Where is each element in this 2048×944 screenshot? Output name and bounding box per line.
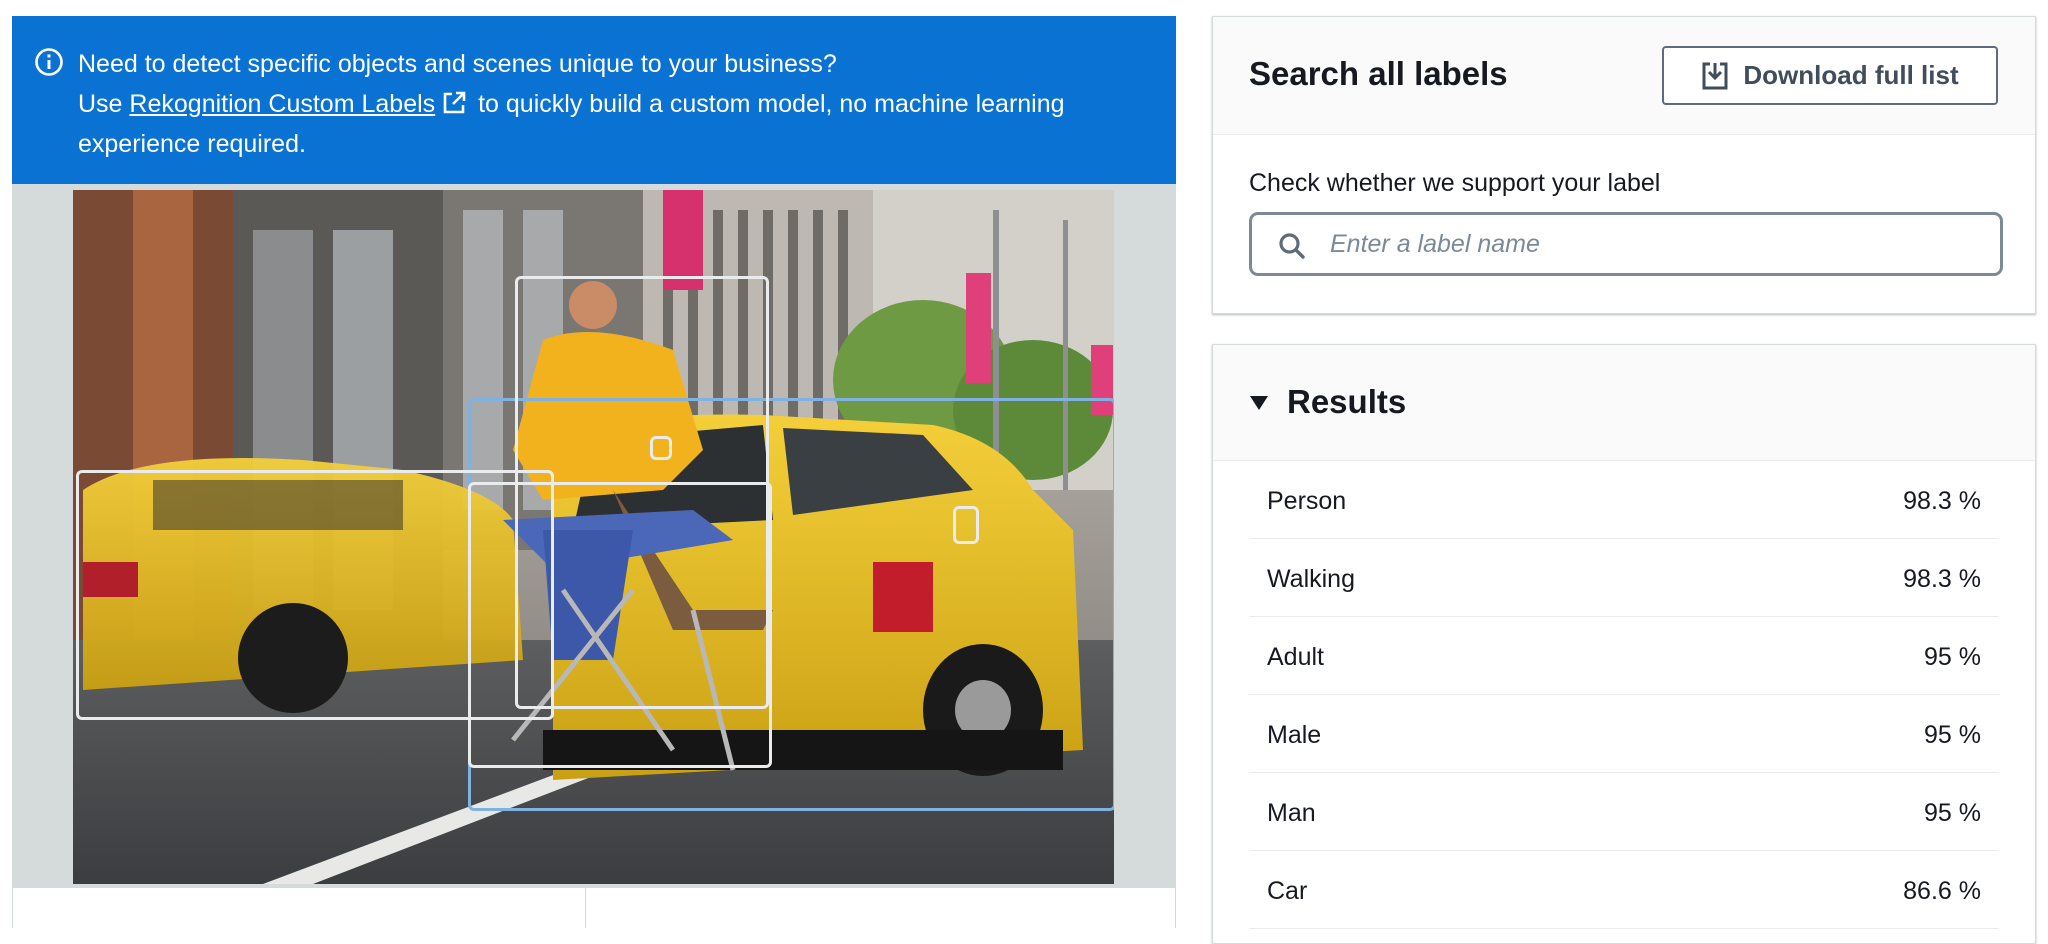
rekognition-custom-labels-link[interactable]: Rekognition Custom Labels [129, 90, 435, 118]
result-confidence: 95 % [1924, 721, 1981, 749]
download-icon [1702, 62, 1728, 89]
info-banner: Need to detect specific objects and scen… [12, 16, 1176, 184]
result-label: Adult [1267, 643, 1324, 671]
result-confidence: 95 % [1924, 799, 1981, 827]
check-label: Check whether we support your label [1249, 169, 1661, 197]
download-button-label: Download full list [1743, 60, 1959, 90]
image-frame [12, 184, 1176, 888]
result-row: Man 95 % [1249, 773, 1999, 851]
link-text: Rekognition Custom Labels [129, 90, 436, 118]
label-search-box[interactable] [1249, 212, 2003, 276]
banner-line-2-prefix: Use [78, 90, 123, 118]
label-search-input[interactable] [1330, 223, 1980, 265]
result-confidence: 98.3 % [1903, 565, 1981, 593]
result-label: Male [1267, 721, 1322, 749]
result-label: Car [1267, 877, 1308, 905]
result-row: Adult 95 % [1249, 617, 1999, 695]
result-label: Walking [1267, 565, 1355, 593]
image-panel: Need to detect specific objects and scen… [12, 16, 1176, 928]
info-icon [35, 48, 63, 76]
bbox-ironing-board[interactable] [468, 482, 772, 768]
result-confidence: 86.6 % [1903, 877, 1981, 905]
result-label: Man [1267, 799, 1316, 827]
result-row: Male 95 % [1249, 695, 1999, 773]
result-confidence: 95 % [1924, 643, 1981, 671]
result-row: Car 86.6 % [1249, 851, 1999, 929]
results-list: Person 98.3 % Walking 98.3 % Adult 95 % … [1249, 461, 1999, 929]
image-footer [12, 888, 1176, 928]
banner-line-2: Use Rekognition Custom Labels to quickly… [78, 84, 1136, 124]
result-row: Person 98.3 % [1249, 461, 1999, 539]
result-label: Person [1267, 487, 1347, 515]
search-card-title: Search all labels [1249, 55, 1508, 92]
footer-edge [1175, 888, 1176, 928]
bbox-small-object-1[interactable] [650, 436, 672, 460]
bbox-small-object-2[interactable] [953, 506, 979, 544]
banner-line-1: Need to detect specific objects and scen… [78, 50, 837, 78]
analyzed-photo [73, 190, 1114, 884]
result-confidence: 98.3 % [1903, 487, 1981, 515]
banner-line-3: experience required. [78, 130, 306, 158]
external-link-icon[interactable] [441, 90, 467, 116]
download-full-list-button[interactable]: Download full list [1662, 46, 1998, 105]
results-card: Results Person 98.3 % Walking 98.3 % Adu… [1212, 344, 2036, 944]
results-toggle[interactable]: Results [1213, 345, 2035, 461]
search-labels-card: Search all labels Download full list Che… [1212, 16, 2036, 314]
result-row: Walking 98.3 % [1249, 539, 1999, 617]
footer-divider [585, 888, 586, 928]
search-icon [1279, 233, 1305, 259]
search-card-header: Search all labels Download full list [1213, 17, 2035, 135]
caret-down-icon [1250, 396, 1268, 410]
banner-line-2-suffix: to quickly build a custom model, no mach… [478, 90, 1065, 118]
results-title: Results [1287, 383, 1407, 420]
